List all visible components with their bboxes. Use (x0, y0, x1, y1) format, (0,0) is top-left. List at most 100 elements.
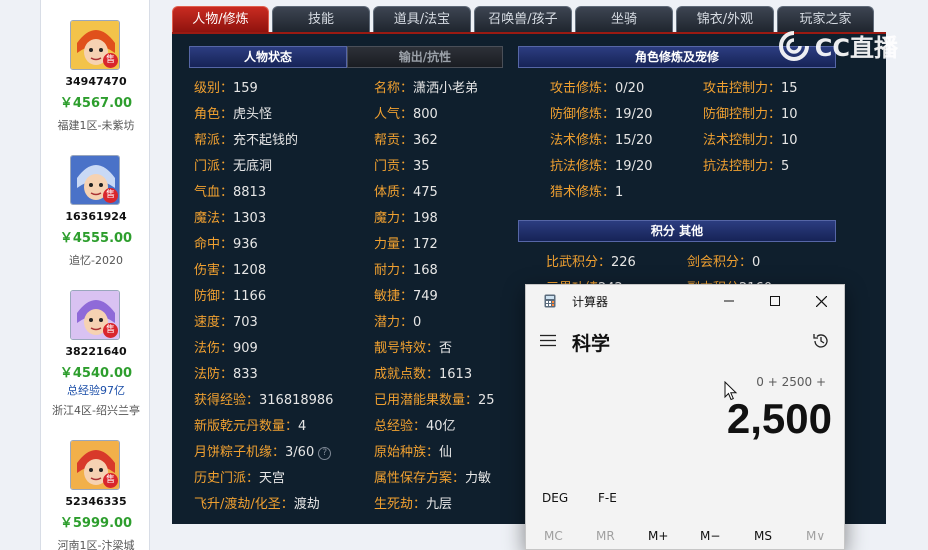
stat-left-10-label: 法伤： (194, 341, 234, 356)
stat-mid-14-value: 仙 (439, 445, 453, 460)
stat-left-1-value: 虎头怪 (233, 107, 273, 122)
stat-mid-3-value: 35 (413, 159, 430, 174)
stat-mid-12-label: 已用潜能果数量： (374, 393, 479, 408)
help-icon[interactable]: ? (318, 447, 332, 460)
stat-left-11-label: 法防： (194, 367, 234, 382)
cultivation-0-value: 0/20 (615, 81, 645, 96)
stat-left-9-label: 速度： (194, 315, 234, 330)
sale-badge: 售 (103, 53, 118, 68)
m-plus-button[interactable]: M+ (648, 529, 668, 543)
history-icon[interactable] (812, 332, 830, 350)
listing-price[interactable]: ￥5999.00 (41, 512, 151, 531)
cultivation-4: 猎术修炼：1 (550, 181, 623, 200)
tab-items[interactable]: 道具/法宝 (373, 6, 471, 32)
tab-skills[interactable]: 技能 (272, 6, 370, 32)
listing-column: 售 34947470 ￥4567.00 福建1区-未紫坊售 16361924 ￥4555.… (40, 0, 150, 550)
listing-card[interactable]: 售 34947470 ￥4567.00 福建1区-未紫坊 (41, 20, 151, 150)
cultivation-3-label: 抗法修炼： (550, 159, 616, 174)
resist-section-header[interactable]: 输出/抗性 (347, 46, 503, 68)
stat-left-3-value: 无底洞 (233, 159, 273, 174)
tab-outfits[interactable]: 锦衣/外观 (676, 6, 774, 32)
status-section-header[interactable]: 人物状态 (189, 46, 347, 68)
stat-left-13-value: 4 (298, 419, 307, 434)
tab-mounts[interactable]: 坐骑 (575, 6, 673, 32)
stat-mid-11-label: 成就点数： (374, 367, 440, 382)
memory-list-button[interactable]: M∨ (806, 529, 825, 543)
cc-logo-icon (778, 30, 809, 61)
calculator-mode-row: 科学 (526, 325, 844, 359)
stat-left-11: 法防：833 (194, 363, 258, 382)
stat-left-15-label: 历史门派： (194, 471, 260, 486)
cultivation-4-value: 1 (615, 185, 624, 200)
menu-icon[interactable] (540, 334, 556, 347)
listing-card[interactable]: 售 16361924 ￥4555.00 追忆-2020 (41, 155, 151, 285)
stat-mid-0: 名称：潇洒小老弟 (374, 77, 478, 96)
stat-left-12-value: 316818986 (259, 393, 334, 408)
stat-mid-0-value: 潇洒小老弟 (413, 81, 479, 96)
deg-button[interactable]: DEG (542, 491, 568, 505)
calculator-titlebar[interactable]: 计算器 (526, 285, 844, 317)
mr-button[interactable]: MR (596, 529, 615, 543)
stat-mid-5-label: 魔力： (374, 211, 414, 226)
avatar[interactable]: 售 (70, 20, 120, 70)
cc-live-watermark: CC直播 (777, 28, 898, 63)
cultivation-2-label: 法术修炼： (550, 133, 616, 148)
stat-left-3: 门派：无底洞 (194, 155, 272, 174)
control-1-label: 防御控制力： (703, 107, 782, 122)
fe-button[interactable]: F-E (598, 491, 617, 505)
listing-card[interactable]: 售 52346335 ￥5999.00 河南1区-汴梁城 (41, 440, 151, 550)
stat-mid-2-value: 362 (413, 133, 438, 148)
control-0-value: 15 (781, 81, 798, 96)
listing-id: 38221640 (65, 345, 127, 358)
stat-left-12-label: 获得经验： (194, 393, 260, 408)
control-1: 防御控制力：10 (703, 103, 798, 122)
points-pvp: 比武积分：226 (546, 251, 636, 270)
avatar[interactable]: 售 (70, 290, 120, 340)
stat-left-8-label: 防御： (194, 289, 234, 304)
avatar[interactable]: 售 (70, 155, 120, 205)
listing-total-exp: 总经验97亿 (67, 384, 125, 397)
stat-left-4-label: 气血： (194, 185, 234, 200)
mc-button[interactable]: MC (544, 529, 563, 543)
stat-mid-2: 帮贡：362 (374, 129, 438, 148)
listing-card[interactable]: 售 38221640 ￥4540.00 总经验97亿 浙江4区-绍兴兰亭 (41, 290, 151, 420)
minimize-button[interactable] (706, 285, 752, 317)
tab-pets[interactable]: 召唤兽/孩子 (474, 6, 572, 32)
stat-left-6-label: 命中： (194, 237, 234, 252)
stat-left-14-value: 3/60 (285, 445, 315, 460)
stat-left-16-value: 渡劫 (293, 497, 320, 512)
stat-mid-7: 耐力：168 (374, 259, 438, 278)
tab-character[interactable]: 人物/修炼 (172, 6, 269, 32)
stat-mid-16: 生死劫：九层 (374, 493, 452, 512)
stat-mid-8-label: 敏捷： (374, 289, 414, 304)
points-sword-value: 0 (752, 255, 761, 270)
m-minus-button[interactable]: M− (700, 529, 720, 543)
listing-id: 34947470 (65, 75, 127, 88)
calculator-window: 计算器 科学 0 + 2500 + 2,500 DEG F-E MC MR M+… (525, 284, 845, 550)
listing-price[interactable]: ￥4555.00 (41, 227, 151, 246)
control-3-label: 抗法控制力： (703, 159, 782, 174)
stat-left-1: 角色：虎头怪 (194, 103, 272, 122)
avatar[interactable]: 售 (70, 440, 120, 490)
stat-mid-3-label: 门贡： (374, 159, 414, 174)
mouse-cursor-icon (724, 381, 738, 401)
points-pvp-label: 比武积分： (546, 255, 612, 270)
maximize-button[interactable] (752, 285, 798, 317)
stat-mid-13-label: 总经验： (374, 419, 427, 434)
stat-left-13-label: 新版乾元丹数量： (194, 419, 299, 434)
stat-mid-7-value: 168 (413, 263, 438, 278)
sale-badge: 售 (103, 473, 118, 488)
calculator-expression: 0 + 2500 + (756, 375, 826, 389)
listing-price[interactable]: ￥4567.00 (41, 92, 151, 111)
control-3-value: 5 (781, 159, 790, 174)
listing-price[interactable]: ￥4540.00 (41, 362, 151, 381)
stat-left-0-value: 159 (233, 81, 258, 96)
watermark-text: CC直播 (814, 34, 898, 62)
stat-mid-11: 成就点数：1613 (374, 363, 472, 382)
close-button[interactable] (798, 285, 844, 317)
ms-button[interactable]: MS (754, 529, 772, 543)
control-0-label: 攻击控制力： (703, 81, 782, 96)
stat-mid-1: 人气：800 (374, 103, 438, 122)
maximize-icon (770, 296, 780, 306)
control-2-value: 10 (781, 133, 798, 148)
